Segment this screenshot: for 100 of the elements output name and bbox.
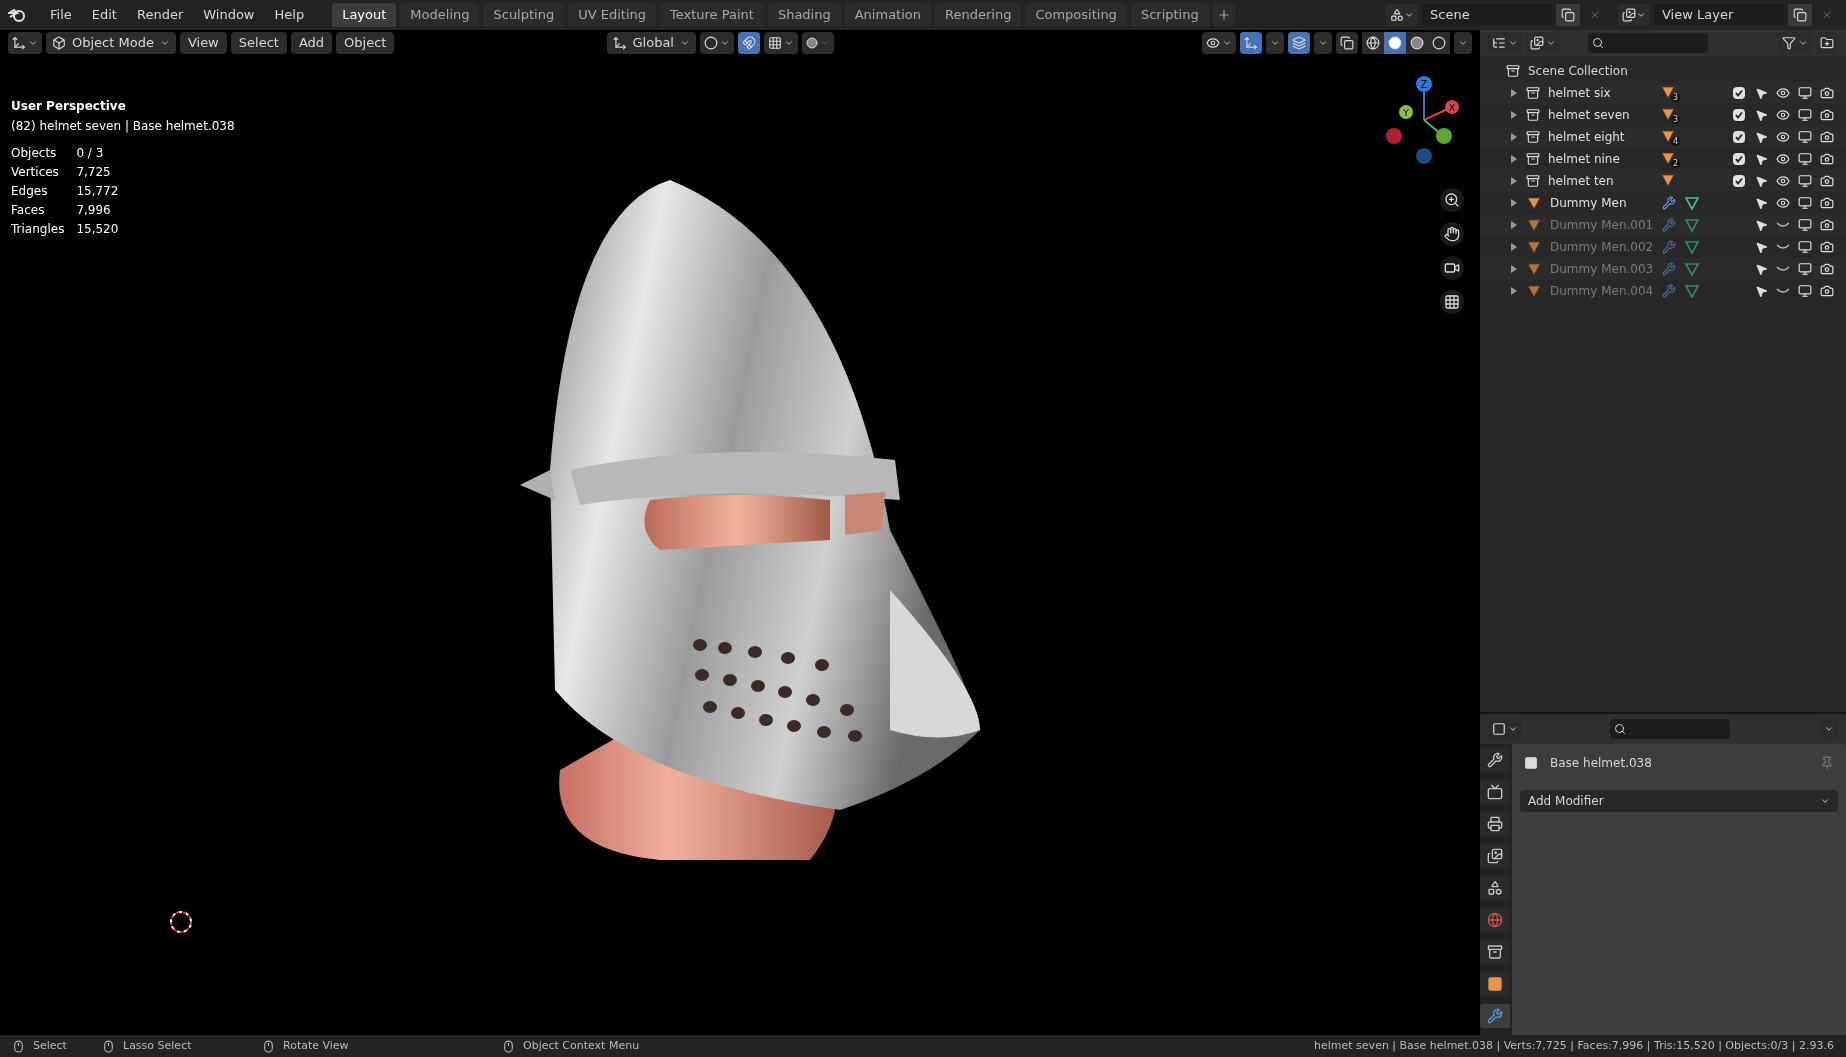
camera-icon[interactable]	[1820, 108, 1834, 122]
select-arrow-icon[interactable]	[1754, 174, 1768, 188]
select-arrow-icon[interactable]	[1754, 284, 1768, 298]
camera-icon[interactable]	[1820, 218, 1834, 232]
properties-tab[interactable]	[1480, 844, 1510, 868]
expand-arrow-icon[interactable]	[1510, 111, 1518, 119]
properties-tab[interactable]	[1480, 876, 1510, 900]
workspace-tab[interactable]: Sculpting	[483, 3, 565, 27]
shading-mode-button[interactable]	[1406, 32, 1428, 54]
camera-icon[interactable]	[1820, 240, 1834, 254]
properties-tab[interactable]	[1480, 972, 1510, 996]
zoom-button[interactable]	[1440, 188, 1464, 212]
closed-eye-icon[interactable]	[1776, 221, 1790, 229]
camera-icon[interactable]	[1820, 262, 1834, 276]
menu-item[interactable]: Help	[266, 5, 313, 25]
shading-mode-button[interactable]	[1428, 32, 1450, 54]
monitor-icon[interactable]	[1798, 174, 1812, 188]
monitor-icon[interactable]	[1798, 130, 1812, 144]
view-layer-field[interactable]: View Layer	[1654, 4, 1784, 26]
blender-logo-icon[interactable]	[8, 7, 26, 23]
outliner-item-name[interactable]: Dummy Men	[1550, 194, 1662, 212]
expand-arrow-icon[interactable]	[1510, 287, 1518, 295]
eye-icon[interactable]	[1776, 196, 1790, 210]
select-arrow-icon[interactable]	[1754, 130, 1768, 144]
gizmo-toggle[interactable]	[1240, 32, 1262, 54]
properties-tab[interactable]	[1480, 1004, 1510, 1028]
outliner-item-name[interactable]: helmet ten	[1548, 172, 1660, 190]
select-arrow-icon[interactable]	[1754, 218, 1768, 232]
view-layer-browse-button[interactable]	[1618, 4, 1650, 26]
editor-type-button[interactable]	[8, 32, 42, 54]
camera-icon[interactable]	[1820, 196, 1834, 210]
shading-mode-button[interactable]	[1384, 32, 1406, 54]
monitor-icon[interactable]	[1798, 284, 1812, 298]
shading-mode-button[interactable]	[1362, 32, 1384, 54]
select-arrow-icon[interactable]	[1754, 152, 1768, 166]
monitor-icon[interactable]	[1798, 218, 1812, 232]
menu-item[interactable]: File	[42, 5, 80, 25]
expand-arrow-icon[interactable]	[1510, 265, 1518, 273]
outliner-item-name[interactable]: helmet eight	[1548, 128, 1660, 146]
header-menu[interactable]: Add	[290, 32, 333, 54]
workspace-tab[interactable]: UV Editing	[568, 3, 656, 27]
orientation-dropdown[interactable]: Global	[606, 32, 696, 54]
overlays-toggle[interactable]	[1288, 32, 1310, 54]
properties-tab[interactable]	[1480, 748, 1510, 772]
expand-arrow-icon[interactable]	[1510, 199, 1518, 207]
pivot-button[interactable]	[700, 32, 734, 54]
display-mode-button[interactable]	[1526, 32, 1560, 54]
ortho-toggle-button[interactable]	[1440, 290, 1464, 314]
workspace-tab[interactable]: Compositing	[1025, 3, 1127, 27]
eye-icon[interactable]	[1776, 130, 1790, 144]
outliner-item-name[interactable]: helmet seven	[1548, 106, 1660, 124]
snap-options-button[interactable]	[764, 32, 798, 54]
snap-button[interactable]	[738, 32, 760, 54]
camera-icon[interactable]	[1820, 86, 1834, 100]
monitor-icon[interactable]	[1798, 86, 1812, 100]
header-menu[interactable]: View	[179, 32, 227, 54]
expand-arrow-icon[interactable]	[1510, 155, 1518, 163]
outliner-item-name[interactable]: helmet six	[1548, 84, 1660, 102]
visibility-button[interactable]	[1202, 32, 1236, 54]
monitor-icon[interactable]	[1798, 262, 1812, 276]
camera-icon[interactable]	[1820, 174, 1834, 188]
scene-browse-button[interactable]	[1386, 4, 1418, 26]
header-menu[interactable]: Object	[336, 32, 395, 54]
expand-arrow-icon[interactable]	[1510, 243, 1518, 251]
expand-arrow-icon[interactable]	[1510, 89, 1518, 97]
workspace-tab[interactable]: Scripting	[1130, 3, 1209, 27]
camera-icon[interactable]	[1820, 152, 1834, 166]
monitor-icon[interactable]	[1798, 196, 1812, 210]
new-collection-button[interactable]	[1816, 32, 1838, 54]
camera-view-button[interactable]	[1440, 256, 1464, 280]
search-field[interactable]	[1588, 33, 1708, 53]
monitor-icon[interactable]	[1798, 108, 1812, 122]
new-view-layer-button[interactable]	[1788, 4, 1812, 26]
header-menu[interactable]: Select	[230, 32, 287, 54]
navigation-gizmo[interactable]: Z Y X	[1382, 70, 1466, 166]
workspace-tab[interactable]: Layout	[332, 3, 397, 27]
properties-tab[interactable]	[1480, 940, 1510, 964]
closed-eye-icon[interactable]	[1776, 265, 1790, 273]
outliner-root-label[interactable]: Scene Collection	[1528, 62, 1628, 80]
menu-item[interactable]: Render	[128, 5, 192, 25]
new-scene-button[interactable]	[1556, 4, 1580, 26]
properties-tab[interactable]	[1480, 812, 1510, 836]
workspace-tab[interactable]: Modeling	[400, 3, 480, 27]
exclude-checkbox[interactable]	[1733, 109, 1745, 121]
outliner-item-name[interactable]: helmet nine	[1548, 150, 1660, 168]
select-arrow-icon[interactable]	[1754, 86, 1768, 100]
select-arrow-icon[interactable]	[1754, 108, 1768, 122]
workspace-tab[interactable]: Animation	[844, 3, 931, 27]
properties-tab[interactable]	[1480, 780, 1510, 804]
workspace-tab[interactable]: Texture Paint	[660, 3, 764, 27]
select-arrow-icon[interactable]	[1754, 196, 1768, 210]
editor-type-button[interactable]	[1488, 718, 1522, 740]
add-workspace-button[interactable]	[1212, 3, 1235, 27]
menu-item[interactable]: Window	[195, 5, 263, 25]
add-modifier-dropdown[interactable]: Add Modifier	[1520, 790, 1838, 812]
exclude-checkbox[interactable]	[1733, 131, 1745, 143]
proportional-edit-button[interactable]	[802, 32, 834, 54]
filter-button[interactable]	[1778, 32, 1812, 54]
eye-icon[interactable]	[1776, 108, 1790, 122]
exclude-checkbox[interactable]	[1733, 153, 1745, 165]
